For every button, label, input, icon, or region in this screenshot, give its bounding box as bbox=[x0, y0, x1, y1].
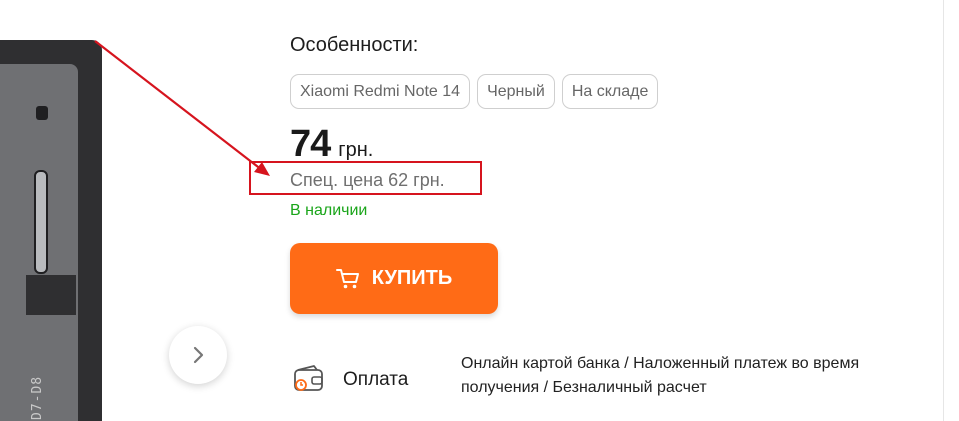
product-image: D7-D8 bbox=[0, 40, 102, 421]
price-value: 74 bbox=[290, 123, 331, 165]
stock-status: В наличии bbox=[290, 202, 368, 219]
product-image-dot bbox=[36, 106, 48, 120]
product-image-tab bbox=[26, 275, 76, 315]
feature-tag[interactable]: Черный bbox=[477, 74, 555, 109]
annotation-highlight-box bbox=[249, 161, 482, 195]
price: 74 грн. bbox=[290, 123, 373, 166]
chevron-right-icon bbox=[193, 346, 204, 364]
product-image-slot bbox=[34, 170, 48, 274]
payment-description: Онлайн картой банка / Наложенный платеж … bbox=[461, 355, 860, 396]
wallet-icon bbox=[294, 365, 323, 391]
gallery-next-button[interactable] bbox=[169, 326, 227, 384]
page-divider bbox=[943, 0, 944, 421]
feature-tag[interactable]: Xiaomi Redmi Note 14 bbox=[290, 74, 471, 109]
price-currency: грн. bbox=[338, 139, 374, 161]
feature-tags: Xiaomi Redmi Note 14 Черный На складе bbox=[290, 74, 659, 109]
buy-button-label: КУПИТЬ bbox=[371, 267, 453, 289]
buy-button[interactable]: КУПИТЬ bbox=[290, 243, 498, 314]
cart-icon bbox=[335, 268, 359, 288]
product-image-engraving: D7-D8 bbox=[30, 375, 45, 420]
features-title: Особенности: bbox=[290, 34, 419, 56]
feature-tag[interactable]: На складе bbox=[561, 74, 659, 109]
payment-label: Оплата bbox=[343, 369, 409, 390]
